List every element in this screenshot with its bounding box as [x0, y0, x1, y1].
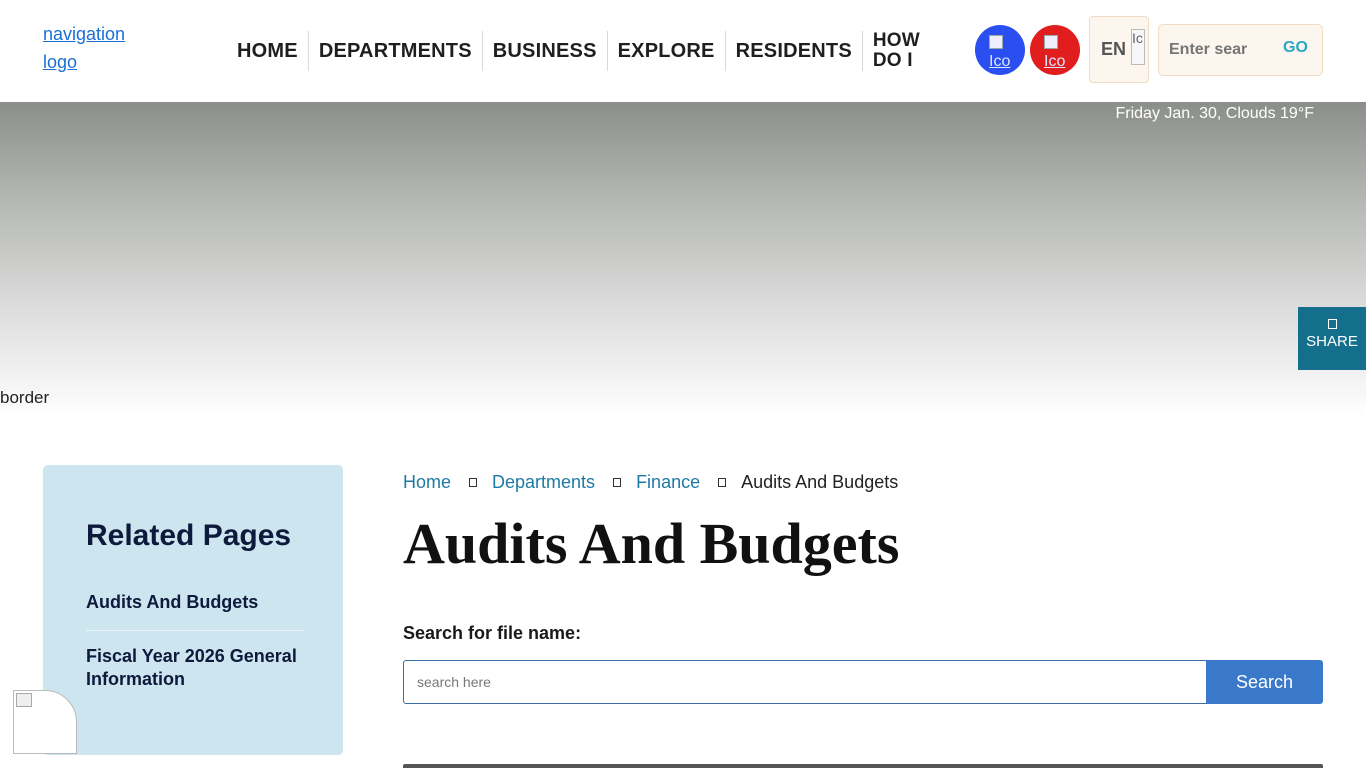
related-link-audits-budgets[interactable]: Audits And Budgets	[86, 591, 304, 631]
breadcrumb-finance[interactable]: Finance	[636, 472, 700, 493]
share-button[interactable]: SHARE	[1298, 307, 1366, 370]
border-image-alt: border	[0, 388, 50, 407]
share-label: SHARE	[1306, 333, 1358, 350]
language-code: EN	[1101, 39, 1127, 59]
page-title: Audits And Budgets	[403, 511, 900, 576]
related-pages-sidebar: Related Pages Audits And Budgets Fiscal …	[43, 465, 343, 755]
social-red-icon[interactable]: Ico	[1030, 25, 1080, 75]
nav-departments[interactable]: DEPARTMENTS	[309, 31, 483, 71]
nav-explore[interactable]: EXPLORE	[608, 31, 726, 71]
file-search-input[interactable]	[403, 660, 1207, 704]
related-pages-title: Related Pages	[86, 519, 292, 552]
nav-home[interactable]: HOME	[227, 31, 309, 71]
file-search-button[interactable]: Search	[1206, 660, 1323, 704]
share-icon	[1327, 319, 1337, 329]
social-red-icon-alt: Ico	[1044, 53, 1066, 70]
header-search-go-button[interactable]: GO	[1283, 39, 1308, 57]
site-header: navigation logo HOME DEPARTMENTS BUSINES…	[0, 0, 1366, 102]
floating-widget-image[interactable]	[13, 690, 77, 754]
language-selector[interactable]: EN Ic	[1089, 16, 1149, 83]
broken-image-icon	[1044, 35, 1058, 49]
flag-icon: Ic	[1131, 29, 1145, 65]
hero-banner: Friday Jan. 30, Clouds 19°F border	[0, 102, 1366, 417]
nav-business[interactable]: BUSINESS	[483, 31, 608, 71]
header-search-input[interactable]	[1169, 37, 1267, 63]
main-nav: HOME DEPARTMENTS BUSINESS EXPLORE RESIDE…	[227, 30, 943, 72]
social-blue-icon-alt: Ico	[989, 53, 1011, 70]
breadcrumb-departments[interactable]: Departments	[492, 472, 595, 493]
header-search: GO	[1158, 24, 1323, 76]
nav-how-do-i-label: HOW DO I	[872, 30, 920, 71]
breadcrumb: Home Departments Finance Audits And Budg…	[403, 472, 898, 493]
broken-image-icon	[989, 35, 1003, 49]
breadcrumb-current: Audits And Budgets	[741, 472, 899, 492]
nav-how-do-i[interactable]: HOW DO I	[863, 31, 943, 71]
related-link-fiscal-year-2026[interactable]: Fiscal Year 2026 General Information	[86, 645, 304, 691]
file-search-label: Search for file name:	[403, 623, 582, 643]
social-blue-icon[interactable]: Ico	[975, 25, 1025, 75]
breadcrumb-separator-icon	[469, 478, 478, 487]
broken-image-icon	[16, 693, 32, 707]
weather-info: Friday Jan. 30, Clouds 19°F	[1115, 105, 1315, 122]
breadcrumb-separator-icon	[718, 478, 727, 487]
breadcrumb-home[interactable]: Home	[403, 472, 451, 493]
nav-residents[interactable]: RESIDENTS	[726, 31, 863, 71]
breadcrumb-separator-icon	[613, 478, 622, 487]
file-list-header	[403, 764, 1323, 768]
navigation-logo[interactable]: navigation logo	[43, 20, 163, 76]
